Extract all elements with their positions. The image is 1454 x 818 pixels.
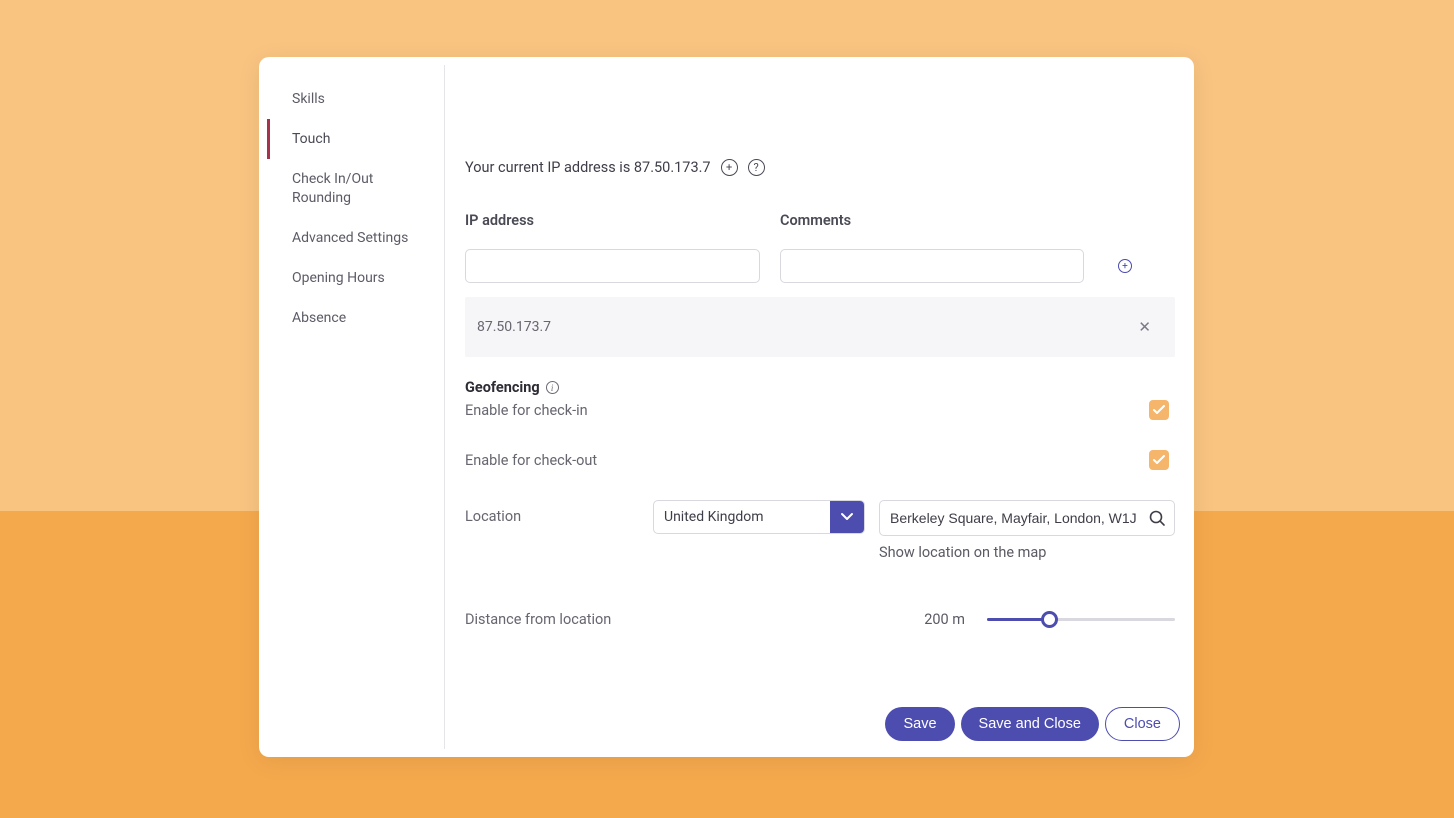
ip-address-input[interactable] <box>465 249 760 283</box>
show-map-link[interactable]: Show location on the map <box>879 544 1175 561</box>
ip-input-row: + <box>465 249 1180 283</box>
main-panel: Your current IP address is 87.50.173.7 +… <box>445 57 1194 757</box>
header-ip: IP address <box>465 212 760 229</box>
settings-modal: Skills Touch Check In/Out Rounding Advan… <box>259 57 1194 757</box>
current-ip-text: Your current IP address is 87.50.173.7 <box>465 159 711 176</box>
address-input-wrap <box>879 500 1175 536</box>
distance-label: Distance from location <box>465 611 924 628</box>
sidebar-item-absence[interactable]: Absence <box>267 298 444 338</box>
sidebar-item-skills[interactable]: Skills <box>267 79 444 119</box>
country-select[interactable]: United Kingdom <box>653 500 865 534</box>
address-input[interactable] <box>890 510 1148 526</box>
help-icon[interactable]: ? <box>748 159 765 176</box>
sidebar-item-check-rounding[interactable]: Check In/Out Rounding <box>267 159 444 217</box>
save-close-button[interactable]: Save and Close <box>961 707 1099 741</box>
sidebar-item-opening-hours[interactable]: Opening Hours <box>267 258 444 298</box>
enable-checkout-label: Enable for check-out <box>465 452 597 469</box>
save-button[interactable]: Save <box>885 707 954 741</box>
ip-entry-row: 87.50.173.7 ✕ <box>465 297 1175 357</box>
search-icon[interactable] <box>1148 509 1166 527</box>
close-button[interactable]: Close <box>1105 707 1180 741</box>
distance-value: 200 m <box>924 611 965 628</box>
enable-checkin-row: Enable for check-in <box>465 400 1169 420</box>
add-ip-icon[interactable]: + <box>721 159 738 176</box>
location-row: Location United Kingdom Show location on… <box>465 500 1175 561</box>
geofencing-title: Geofencing i <box>465 379 1180 396</box>
address-column: Show location on the map <box>879 500 1175 561</box>
sidebar-item-advanced[interactable]: Advanced Settings <box>267 218 444 258</box>
info-icon[interactable]: i <box>546 381 559 394</box>
country-value: United Kingdom <box>654 501 830 533</box>
comments-input[interactable] <box>780 249 1084 283</box>
location-label: Location <box>465 500 653 525</box>
enable-checkin-checkbox[interactable] <box>1149 400 1169 420</box>
slider-fill <box>987 618 1049 621</box>
footer-actions: Save Save and Close Close <box>885 707 1180 741</box>
remove-ip-icon[interactable]: ✕ <box>1138 318 1151 336</box>
enable-checkout-checkbox[interactable] <box>1149 450 1169 470</box>
add-row-icon[interactable]: + <box>1118 259 1132 273</box>
geofencing-title-text: Geofencing <box>465 379 540 396</box>
slider-thumb[interactable] <box>1041 611 1058 628</box>
enable-checkin-label: Enable for check-in <box>465 402 588 419</box>
enable-checkout-row: Enable for check-out <box>465 450 1169 470</box>
sidebar-item-touch[interactable]: Touch <box>267 119 444 159</box>
sidebar: Skills Touch Check In/Out Rounding Advan… <box>267 65 445 749</box>
ip-entry-value: 87.50.173.7 <box>477 319 551 335</box>
header-comments: Comments <box>780 212 1084 229</box>
chevron-down-icon[interactable] <box>830 501 864 533</box>
ip-table-headers: IP address Comments <box>465 212 1180 229</box>
distance-row: Distance from location 200 m <box>465 609 1175 629</box>
current-ip-line: Your current IP address is 87.50.173.7 +… <box>465 159 1180 176</box>
distance-slider[interactable] <box>987 609 1175 629</box>
